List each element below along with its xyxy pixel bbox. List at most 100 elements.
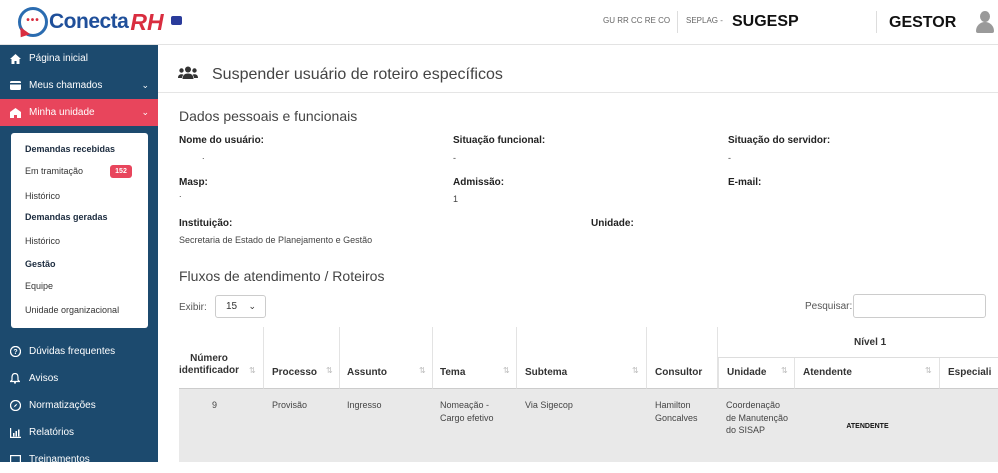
sidebar-item-treinamentos[interactable]: Treinamentos	[0, 446, 158, 473]
sort-icon: ⇅	[632, 366, 639, 375]
email-label: E-mail:	[728, 177, 762, 188]
users-icon	[178, 66, 198, 80]
submenu-gestao: Gestão	[25, 259, 56, 269]
sidebar-item-label: Página inicial	[29, 53, 88, 64]
main-content: Suspender usuário de roteiro específicos…	[158, 45, 998, 462]
unidade-label: Unidade:	[591, 218, 634, 229]
avatar-head	[980, 11, 990, 22]
sort-icon: ⇅	[419, 366, 426, 375]
submenu-equipe[interactable]: Equipe	[25, 281, 53, 291]
card-icon[interactable]	[171, 16, 182, 25]
situacao-funcional-label: Situação funcional:	[453, 135, 546, 146]
submenu-demandas-geradas: Demandas geradas	[25, 212, 108, 222]
chevron-down-icon: ⌄	[141, 80, 149, 90]
col-numero[interactable]: Número identificador ⇅	[179, 327, 264, 389]
col-header-numero: Número identificador	[179, 353, 240, 376]
top-links[interactable]: GU RR CC RE CO	[603, 16, 670, 25]
nome-value: .	[202, 151, 205, 161]
sidebar-item-label: Meus chamados	[29, 80, 103, 91]
sidebar-item-label: Dúvidas frequentes	[29, 346, 116, 357]
masp-value: .	[179, 189, 182, 199]
col-header-subtema: Subtema	[525, 367, 568, 378]
sidebar-item-normatizacoes[interactable]: Normatizações	[0, 392, 158, 419]
home-icon	[9, 53, 21, 65]
cell-numero: 9	[211, 400, 217, 410]
sidebar-item-label: Minha unidade	[29, 107, 95, 118]
submenu-unidade-organizacional[interactable]: Unidade organizacional	[25, 305, 119, 315]
col-atendente[interactable]: Atendente ⇅	[795, 358, 940, 389]
org-name: SUGESP	[732, 13, 799, 30]
divider	[677, 11, 678, 33]
count-badge: 152	[110, 165, 132, 178]
sort-icon: ⇅	[925, 366, 932, 375]
chevron-down-icon: ⌄	[141, 107, 149, 117]
search-input[interactable]	[853, 294, 986, 318]
sidebar-item-label: Treinamentos	[29, 454, 90, 465]
col-processo[interactable]: Processo ⇅	[264, 327, 340, 389]
admissao-value: 1	[453, 194, 459, 204]
page-size-value: 15	[226, 301, 238, 312]
sort-icon: ⇅	[326, 366, 333, 375]
section-title-dados: Dados pessoais e funcionais	[179, 108, 358, 124]
svg-text:?: ?	[13, 349, 17, 356]
col-subtema[interactable]: Subtema ⇅	[517, 327, 647, 389]
card-icon	[9, 80, 21, 92]
sidebar-item-meus-chamados[interactable]: Meus chamados ⌄	[0, 72, 158, 99]
col-header-atendente: Atendente	[803, 367, 852, 378]
submenu-em-tramitacao[interactable]: Em tramitação	[25, 166, 83, 176]
instituicao-label: Instituição:	[179, 218, 233, 229]
fluxos-table: Número identificador ⇅ Processo ⇅ Assunt…	[179, 327, 998, 462]
table-row[interactable]: 9 Provisão Ingresso Nomeação - Cargo efe…	[179, 389, 998, 462]
sidebar-item-label: Avisos	[29, 373, 59, 384]
nivel-group-header: Nível 1	[718, 327, 998, 358]
cell-consultor: Hamilton Goncalves	[655, 400, 698, 423]
pesquisar-label: Pesquisar:	[805, 301, 853, 312]
sidebar-item-relatorios[interactable]: Relatórios	[0, 419, 158, 446]
sidebar-item-duvidas[interactable]: ? Dúvidas frequentes	[0, 338, 158, 365]
sidebar-item-pagina-inicial[interactable]: Página inicial	[0, 45, 158, 72]
col-especialista[interactable]: Especiali	[940, 358, 998, 389]
page-size-select[interactable]: 15 ⌄	[215, 295, 266, 318]
situacao-funcional-value: -	[453, 153, 456, 163]
question-icon: ?	[9, 346, 21, 358]
admissao-label: Admissão:	[453, 177, 505, 188]
sort-icon: ⇅	[781, 366, 788, 375]
col-tema[interactable]: Tema ⇅	[433, 327, 517, 389]
chart-icon	[9, 427, 21, 439]
cell-atendente: ATENDENTE	[846, 423, 889, 430]
user-role: GESTOR	[889, 14, 957, 31]
sidebar-item-avisos[interactable]: Avisos	[0, 365, 158, 392]
nome-label: Nome do usuário:	[179, 135, 265, 146]
conecta-rh-logo[interactable]: ••• Conecta RH	[18, 6, 164, 38]
seplag-label: SEPLAG -	[686, 16, 723, 25]
sort-icon: ⇅	[249, 366, 256, 375]
cell-tema: Nomeação - Cargo efetivo	[440, 400, 494, 423]
top-bar: ••• Conecta RH GU RR CC RE CO SEPLAG - S…	[0, 0, 998, 45]
situacao-servidor-value: -	[728, 153, 731, 163]
cell-processo: Provisão	[272, 400, 308, 410]
building-icon	[9, 107, 21, 119]
submenu-historico[interactable]: Histórico	[25, 191, 60, 201]
col-consultor[interactable]: Consultor	[647, 327, 718, 389]
col-header-tema: Tema	[440, 367, 466, 378]
col-header-assunto: Assunto	[347, 367, 387, 378]
compass-icon	[9, 400, 21, 412]
bell-icon	[9, 373, 21, 385]
sidebar-item-minha-unidade[interactable]: Minha unidade ⌄	[0, 99, 158, 126]
divider	[876, 11, 877, 33]
cell-assunto: Ingresso	[347, 400, 382, 410]
nivel-label: Nível 1	[854, 337, 887, 348]
sidebar: Página inicial Meus chamados ⌄ Minha uni…	[0, 45, 158, 465]
col-header-processo: Processo	[272, 367, 318, 378]
avatar[interactable]	[975, 11, 995, 33]
col-unidade[interactable]: Unidade ⇅	[718, 358, 795, 389]
col-header-unidade: Unidade	[727, 367, 767, 378]
situacao-servidor-label: Situação do servidor:	[728, 135, 831, 146]
cell-subtema: Via Sigecop	[525, 400, 573, 410]
submenu-historico-geradas[interactable]: Histórico	[25, 236, 60, 246]
col-assunto[interactable]: Assunto ⇅	[340, 327, 433, 389]
page-header: Suspender usuário de roteiro específicos	[158, 45, 998, 93]
training-icon	[9, 454, 21, 466]
avatar-body	[976, 22, 994, 33]
logo-text: Conecta	[49, 10, 129, 33]
